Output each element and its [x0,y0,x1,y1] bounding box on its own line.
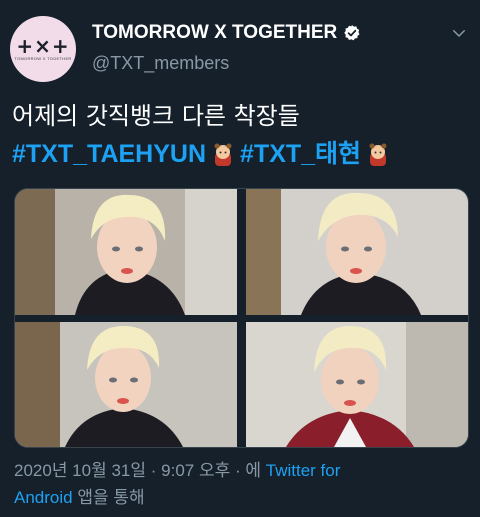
bear-emoji-icon [214,143,232,167]
photo-grid [14,188,469,448]
via-suffix: 앱을 통해 [77,488,145,507]
bear-emoji-icon [369,143,387,167]
avatar-logo-subtext: TOMORROW X TOGETHER [14,56,72,61]
avatar-logo: +×+ [16,34,70,58]
hashtag-link[interactable]: #TXT_태현 [240,140,361,168]
tweet-text: 어제의 갓직뱅크 다른 착장들 [12,102,300,130]
account-name[interactable]: TOMORROW X TOGETHER [92,22,337,44]
source-link[interactable]: Twitter for [266,461,341,480]
avatar[interactable]: +×+ TOMORROW X TOGETHER [10,16,76,82]
account-handle[interactable]: @TXT_members [92,53,229,74]
tweet-metadata: 2020년 10월 31일 · 9:07 오후 · 에 Twitter for … [14,457,464,511]
tweet-time[interactable]: 9:07 오후 [161,461,230,480]
chevron-down-icon[interactable] [450,24,468,42]
photo-1[interactable] [15,189,237,315]
tweet-header: +×+ TOMORROW X TOGETHER TOMORROW X TOGET… [0,0,480,90]
photo-3[interactable] [15,322,237,447]
tweet-hashtags: #TXT_TAEHYUN #TXT_태현 [12,138,395,170]
photo-4[interactable] [246,322,468,447]
meta-separator: · [150,461,157,480]
account-name-row[interactable]: TOMORROW X TOGETHER [92,22,361,44]
verified-badge-icon [344,25,360,41]
source-link-continued[interactable]: Android [14,488,73,507]
tweet-date[interactable]: 2020년 10월 31일 [14,461,146,480]
hashtag-link[interactable]: #TXT_TAEHYUN [12,140,206,168]
photo-2[interactable] [246,189,468,315]
via-prefix: · 에 [234,461,262,480]
